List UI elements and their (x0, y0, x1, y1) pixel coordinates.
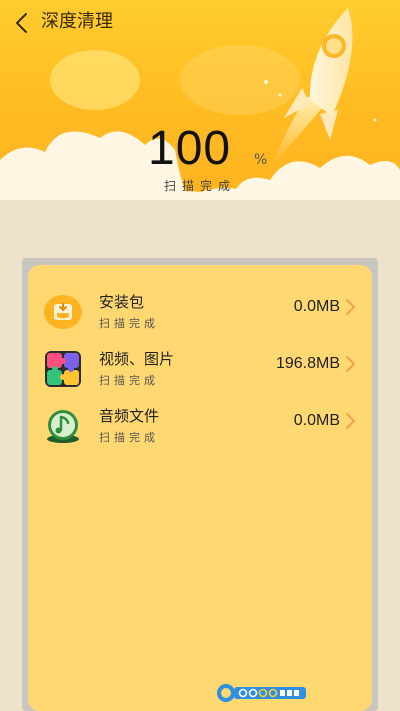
music-note-icon (47, 410, 79, 443)
gogo-watermark-logo (217, 684, 306, 702)
item-label: 安装包 (99, 293, 145, 311)
item-size: 0.0MB (293, 298, 340, 315)
chevron-right-icon (346, 356, 355, 372)
chevron-right-icon (346, 413, 355, 429)
item-status: 扫描完成 (99, 374, 159, 387)
list-item-audio[interactable]: 音频文件 扫描完成 0.0MB (28, 401, 372, 453)
item-label: 音频文件 (99, 407, 160, 425)
package-icon (44, 295, 82, 329)
page-title: 深度清理 (41, 11, 113, 32)
header-banner: 深度清理 100 % 扫描完成 (0, 0, 400, 200)
item-size: 0.0MB (293, 412, 340, 429)
chevron-left-icon (16, 13, 27, 33)
scan-status-text: 扫描完成 (163, 179, 236, 193)
chevron-right-icon (346, 299, 355, 315)
list-item-package[interactable]: 安装包 扫描完成 0.0MB (28, 287, 372, 339)
scan-percent-value: 100 (148, 122, 232, 175)
header-glow (50, 50, 140, 110)
item-status: 扫描完成 (99, 431, 159, 444)
item-label: 视频、图片 (99, 350, 175, 368)
item-status: 扫描完成 (99, 317, 159, 330)
back-button[interactable] (6, 8, 36, 38)
item-size: 196.8MB (275, 355, 340, 372)
list-item-media[interactable]: 视频、图片 扫描完成 196.8MB (28, 344, 372, 396)
scan-percent-unit: % (254, 152, 268, 168)
puzzle-media-icon (45, 351, 81, 387)
